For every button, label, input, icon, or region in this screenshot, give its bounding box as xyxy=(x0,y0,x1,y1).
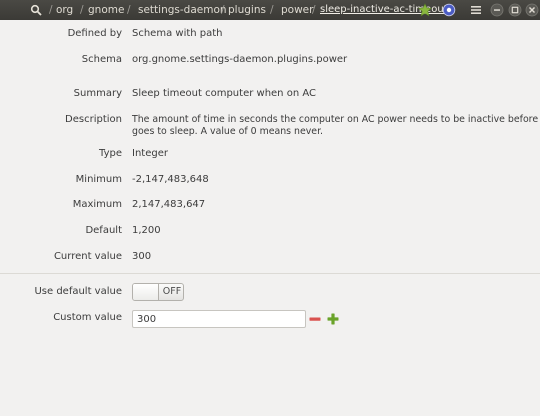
maximum-label: Maximum xyxy=(72,199,122,210)
info-icon[interactable] xyxy=(442,3,456,17)
path-separator: / xyxy=(127,4,131,16)
use-default-switch[interactable]: OFF xyxy=(132,283,184,301)
description-value-line2: goes to sleep. A value of 0 means never. xyxy=(132,126,324,137)
path-separator: / xyxy=(221,4,225,16)
default-value: 1,200 xyxy=(132,225,161,236)
summary-value: Sleep timeout computer when on AC xyxy=(132,88,316,99)
switch-state-label: OFF xyxy=(162,286,182,297)
minimize-icon[interactable] xyxy=(490,3,504,17)
current-value: 300 xyxy=(132,251,152,262)
description-label: Description xyxy=(65,114,122,125)
use-default-label: Use default value xyxy=(34,286,122,297)
minimum-label: Minimum xyxy=(75,174,122,185)
crumb-org[interactable]: org xyxy=(56,0,73,20)
crumb-plugins[interactable]: plugins xyxy=(228,0,266,20)
summary-label: Summary xyxy=(73,88,122,99)
current-value-label: Current value xyxy=(53,251,122,262)
switch-knob[interactable] xyxy=(133,284,159,300)
default-label: Default xyxy=(85,225,122,236)
path-separator: / xyxy=(80,4,84,16)
close-icon[interactable] xyxy=(525,3,539,17)
star-icon[interactable] xyxy=(418,3,432,17)
section-divider xyxy=(0,273,540,274)
menu-icon[interactable] xyxy=(470,4,482,16)
type-label: Type xyxy=(99,148,122,159)
schema-value: org.gnome.settings-daemon.plugins.power xyxy=(132,54,348,65)
search-icon[interactable] xyxy=(30,4,42,16)
schema-label: Schema xyxy=(81,54,122,65)
maximum-value: 2,147,483,647 xyxy=(132,199,206,210)
custom-value-label: Custom value xyxy=(53,312,122,323)
title-bar: / org / gnome / settings-daemon / plugin… xyxy=(0,0,540,20)
defined-by-label: Defined by xyxy=(67,28,122,39)
path-separator: / xyxy=(49,4,53,16)
decrement-button[interactable] xyxy=(308,311,322,327)
crumb-power[interactable]: power xyxy=(281,0,313,20)
type-value: Integer xyxy=(132,148,168,159)
custom-value-input[interactable] xyxy=(132,310,306,328)
minimum-value: -2,147,483,648 xyxy=(132,174,209,185)
path-separator: / xyxy=(312,4,316,16)
defined-by-value: Schema with path xyxy=(132,28,223,39)
increment-button[interactable] xyxy=(326,311,340,327)
crumb-gnome[interactable]: gnome xyxy=(88,0,124,20)
description-value-line1: The amount of time in seconds the comput… xyxy=(132,114,540,125)
path-separator: / xyxy=(270,4,274,16)
crumb-settings-daemon[interactable]: settings-daemon xyxy=(138,0,227,20)
maximize-icon[interactable] xyxy=(508,3,522,17)
